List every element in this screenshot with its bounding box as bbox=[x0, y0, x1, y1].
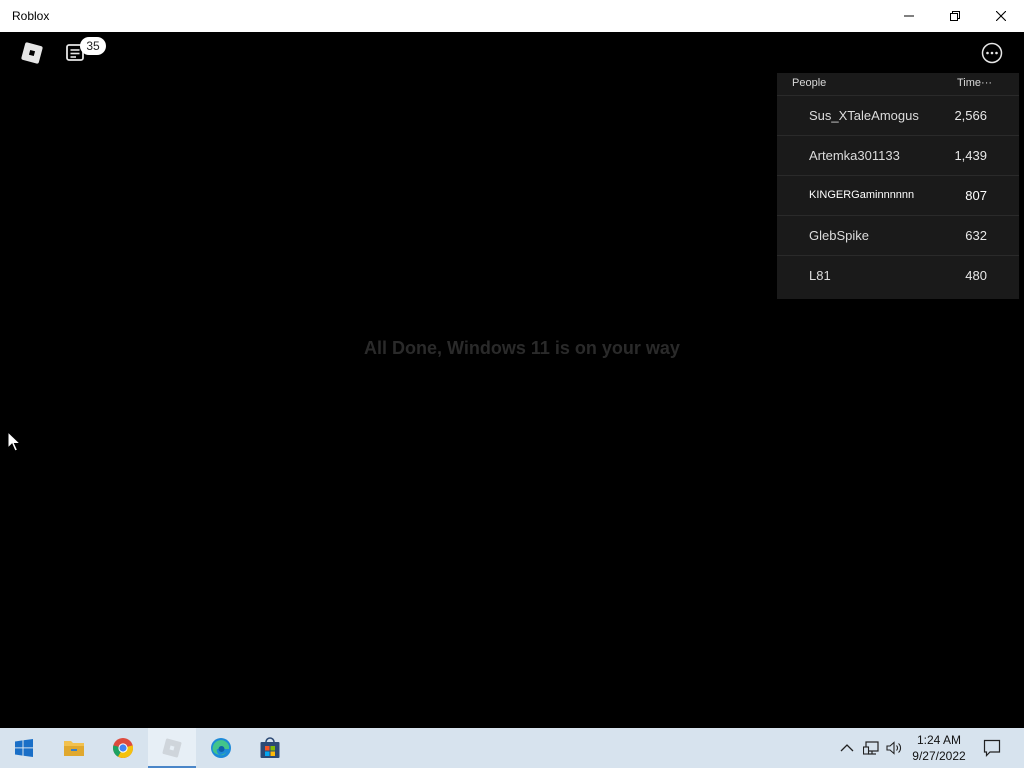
player-name: Artemka301133 bbox=[809, 148, 900, 163]
leaderboard-row[interactable]: Artemka301133 1,439 bbox=[777, 135, 1019, 175]
file-explorer-icon bbox=[64, 741, 84, 756]
leaderboard-row[interactable]: GlebSpike 632 bbox=[777, 215, 1019, 255]
more-options-icon[interactable] bbox=[981, 42, 1003, 64]
roblox-icon bbox=[162, 738, 182, 758]
restore-button[interactable] bbox=[932, 0, 978, 32]
player-name: L81 bbox=[809, 268, 831, 283]
player-name: KINGERGaminnnnnn bbox=[809, 189, 915, 201]
taskbar-store[interactable] bbox=[246, 728, 294, 768]
show-hidden-icons-chevron-up-icon[interactable] bbox=[839, 740, 855, 756]
player-time: 632 bbox=[965, 228, 987, 243]
chat-unread-badge: 35 bbox=[80, 37, 106, 55]
taskbar: 1:24 AM 9/27/2022 bbox=[0, 728, 1024, 768]
edge-icon bbox=[211, 738, 231, 758]
game-viewport[interactable]: 35 People Time··· Sus_XTaleAmogus 2,566 … bbox=[0, 32, 1024, 728]
window-title: Roblox bbox=[12, 9, 50, 23]
leaderboard-row[interactable]: Sus_XTaleAmogus 2,566 bbox=[777, 95, 1019, 135]
leaderboard-header: People Time··· bbox=[777, 73, 1019, 95]
player-time: 2,566 bbox=[954, 108, 987, 123]
minimize-icon bbox=[904, 15, 914, 17]
start-button[interactable] bbox=[0, 728, 48, 768]
taskbar-roblox[interactable] bbox=[148, 728, 196, 768]
store-icon bbox=[260, 737, 280, 758]
leaderboard-row-local-player[interactable]: KINGERGaminnnnnn 807 bbox=[777, 175, 1019, 215]
clock-time: 1:24 AM bbox=[916, 733, 962, 747]
taskbar-file-explorer[interactable] bbox=[50, 728, 98, 768]
close-button[interactable] bbox=[978, 0, 1024, 32]
time-column-header[interactable]: Time··· bbox=[957, 77, 992, 89]
player-time: 807 bbox=[965, 188, 987, 203]
title-bar: Roblox bbox=[0, 0, 1024, 32]
player-name: GlebSpike bbox=[809, 228, 869, 243]
taskbar-chrome[interactable] bbox=[99, 728, 147, 768]
player-time: 1,439 bbox=[954, 148, 987, 163]
restore-icon bbox=[950, 11, 960, 21]
player-leaderboard: People Time··· Sus_XTaleAmogus 2,566 Art… bbox=[777, 73, 1019, 299]
clock-date: 9/27/2022 bbox=[912, 749, 966, 763]
chrome-icon bbox=[112, 738, 134, 759]
taskbar-edge[interactable] bbox=[197, 728, 245, 768]
network-icon[interactable] bbox=[863, 740, 879, 756]
volume-icon[interactable] bbox=[886, 740, 902, 756]
roblox-menu-icon[interactable] bbox=[20, 41, 44, 65]
close-icon bbox=[996, 11, 1006, 21]
player-time: 480 bbox=[965, 268, 987, 283]
leaderboard-row[interactable]: L81 480 bbox=[777, 255, 1019, 295]
minimize-button[interactable] bbox=[886, 0, 932, 32]
center-message: All Done, Windows 11 is on your way bbox=[364, 338, 680, 358]
taskbar-clock[interactable]: 1:24 AM 9/27/2022 bbox=[906, 732, 972, 764]
people-column-header[interactable]: People bbox=[792, 77, 826, 89]
mouse-cursor-icon bbox=[7, 431, 21, 452]
action-center-notification-icon[interactable] bbox=[983, 739, 1001, 757]
start-icon bbox=[15, 739, 33, 757]
player-name: Sus_XTaleAmogus bbox=[809, 108, 919, 123]
